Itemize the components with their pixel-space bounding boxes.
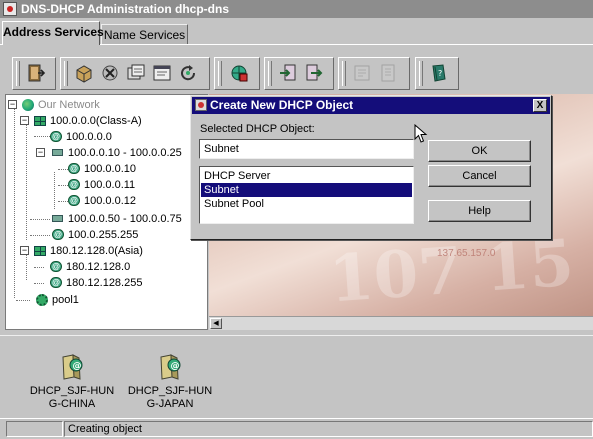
list-item-subnet-pool[interactable]: Subnet Pool [201, 197, 412, 211]
tree-node-range[interactable]: − 100.0.0.10 - 100.0.0.25 [6, 145, 206, 161]
svg-text:@: @ [73, 362, 82, 372]
new-object-icon[interactable] [73, 62, 97, 86]
dialog-title: Create New DHCP Object [210, 98, 354, 112]
collapse-icon[interactable]: − [20, 116, 29, 125]
help-book-icon[interactable]: ? [428, 62, 452, 86]
svg-text:@: @ [171, 362, 180, 372]
list-item-dhcp-server[interactable]: DHCP Server [201, 169, 412, 183]
delete-icon[interactable] [99, 62, 123, 86]
help-button[interactable]: Help [428, 200, 531, 222]
tree-node-class-network[interactable]: − 180.12.128.0(Asia) [6, 243, 206, 259]
ok-button[interactable]: OK [428, 140, 531, 162]
selected-object-field[interactable]: Subnet [199, 139, 414, 159]
collapse-icon[interactable]: − [20, 246, 29, 255]
background-number: 137.65.157.0 [437, 248, 496, 259]
tree-node-host[interactable]: @ 100.0.0.10 [6, 161, 206, 177]
refresh-icon[interactable] [177, 62, 201, 86]
app-icon [3, 2, 17, 16]
exit-door-icon[interactable] [25, 62, 49, 86]
close-icon[interactable]: X [533, 99, 547, 112]
host-icon: @ [50, 131, 62, 142]
network-tree[interactable]: − Our Network − 100.0.0.0(Class-A) @ 100… [5, 94, 208, 330]
window-title: DNS-DHCP Administration dhcp-dns [21, 2, 230, 16]
host-icon: @ [50, 261, 62, 272]
collapse-icon[interactable]: − [8, 100, 17, 109]
dhcp-server-object[interactable]: @ DHCP_SJF-HUN G-CHINA [27, 353, 117, 411]
bottom-area-divider [0, 335, 593, 336]
class-network-icon [34, 116, 46, 126]
toolbar-group-network [214, 57, 260, 90]
object-label-line: G-CHINA [48, 398, 96, 410]
host-icon: @ [68, 179, 80, 190]
report-icon[interactable] [351, 62, 375, 86]
dhcp-server-object[interactable]: @ DHCP_SJF-HUN G-JAPAN [125, 353, 215, 411]
toolbar-group-reports [338, 57, 410, 90]
tree-node-pool[interactable]: pool1 [6, 292, 206, 308]
status-bar: Creating object [0, 418, 593, 439]
object-label-line: DHCP_SJF-HUN [127, 385, 213, 397]
dhcp-server-icon: @ [157, 353, 183, 381]
host-icon: @ [50, 277, 62, 288]
class-network-icon [34, 246, 46, 256]
object-label-line: DHCP_SJF-HUN [29, 385, 115, 397]
svg-text:?: ? [438, 69, 442, 78]
dialog-app-icon [195, 99, 207, 111]
properties-icon[interactable] [125, 62, 149, 86]
host-icon: @ [52, 229, 64, 240]
tree-node-host[interactable]: @ 180.12.128.0 [6, 259, 206, 275]
dhcp-server-icon: @ [59, 353, 85, 381]
tree-node-network[interactable]: − Our Network [6, 97, 206, 113]
scroll-left-icon[interactable]: ◀ [210, 318, 222, 329]
dialog-title-bar[interactable]: Create New DHCP Object X [192, 97, 550, 114]
tree-node-range[interactable]: 100.0.0.50 - 100.0.0.75 [6, 211, 206, 227]
toolbar-group-help: ? [415, 57, 459, 90]
tree-node-host[interactable]: @ 100.0.0.0 [6, 129, 206, 145]
selected-object-label: Selected DHCP Object: [200, 123, 315, 135]
host-icon: @ [68, 163, 80, 174]
toolbar-group-import-export [264, 57, 334, 90]
network-globe-icon[interactable] [228, 62, 252, 86]
pool-icon [36, 294, 48, 306]
object-type-list[interactable]: DHCP Server Subnet Subnet Pool [199, 166, 414, 224]
status-message: Creating object [64, 421, 593, 437]
log-icon[interactable] [377, 62, 401, 86]
cancel-button[interactable]: Cancel [428, 165, 531, 187]
range-icon [52, 149, 63, 156]
export-icon[interactable] [303, 62, 327, 86]
mouse-cursor-icon [414, 124, 428, 143]
window-title-bar[interactable]: DNS-DHCP Administration dhcp-dns [0, 0, 593, 18]
collapse-icon[interactable]: − [36, 148, 45, 157]
range-icon [52, 215, 63, 222]
toolbar-group-edit [60, 57, 210, 90]
host-icon: @ [68, 195, 80, 206]
tree-node-host[interactable]: @ 100.0.255.255 [6, 227, 206, 243]
tree-node-host[interactable]: @ 100.0.0.12 [6, 193, 206, 209]
toolbar-group-file [12, 57, 56, 90]
import-icon[interactable] [277, 62, 301, 86]
globe-icon [22, 99, 34, 111]
object-label-line: G-JAPAN [146, 398, 194, 410]
tab-name-services[interactable]: Name Services [101, 24, 188, 44]
create-dhcp-object-dialog: Create New DHCP Object X Selected DHCP O… [190, 95, 552, 240]
tree-node-host[interactable]: @ 100.0.0.11 [6, 177, 206, 193]
status-cell-left [6, 421, 63, 437]
tree-node-class-network[interactable]: − 100.0.0.0(Class-A) [6, 113, 206, 129]
tree-node-host[interactable]: @ 180.12.128.255 [6, 275, 206, 291]
list-item-subnet[interactable]: Subnet [201, 183, 412, 197]
horizontal-scrollbar[interactable]: ◀ [209, 316, 593, 330]
tab-address-services[interactable]: Address Services [2, 21, 104, 45]
edit-icon[interactable] [151, 62, 175, 86]
